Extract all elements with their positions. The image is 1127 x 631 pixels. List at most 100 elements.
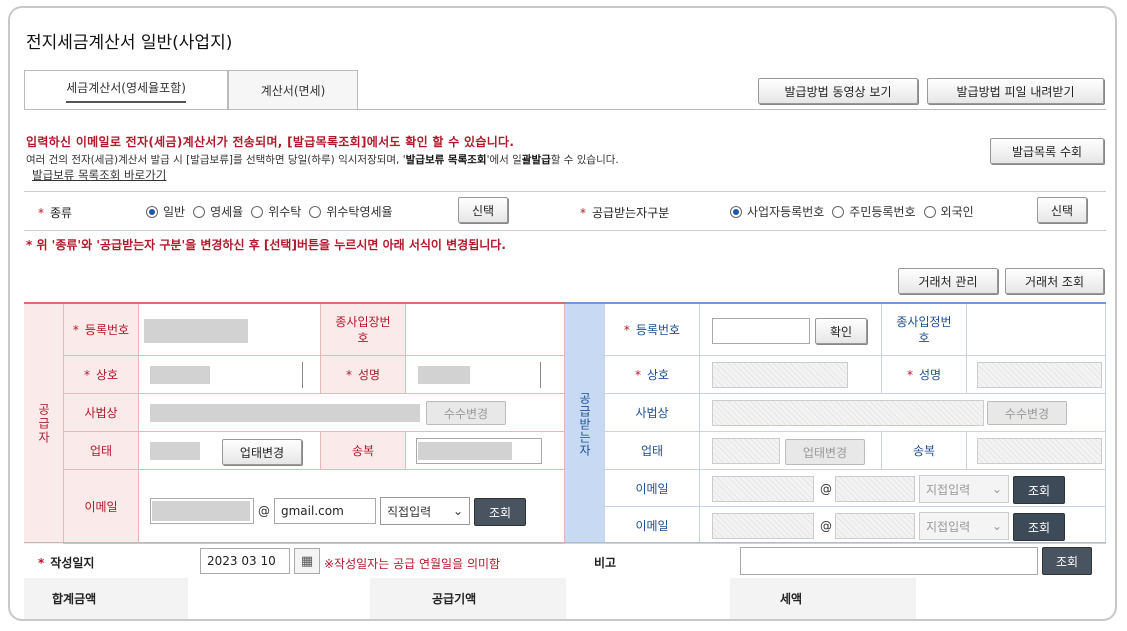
supplier-branch-no-label: 종사입장번호 [321,304,406,356]
partner-search-button[interactable]: 거래처 조회 [1005,268,1104,294]
supplier-email-search-button[interactable]: 조회 [474,498,526,526]
receiver-biz-type-label: 업태 [605,432,700,470]
tab-tax-invoice[interactable]: 세금계산서(영세율포함) [24,70,228,110]
receiver-reg-no-text: 등록번호 [635,322,681,337]
memo-search-button[interactable]: 조회 [1042,547,1092,575]
receiver-address-label: 사법상 [605,394,700,432]
supplier-email-at: @ [258,504,270,518]
receiver-email1-domain-select[interactable]: 지접입력 ⌄ [919,475,1009,503]
tab-divider [24,109,1106,110]
receiver-radio-biz[interactable]: 사업자등록번호 [730,203,824,220]
tab-tax-invoice-label: 세금계산서(영세율포함) [66,79,186,103]
receiver-email1-at: @ [820,482,832,496]
tab-invoice-label: 계산서(면세) [260,84,326,98]
kind-radio-consign-zero[interactable]: 위수탁영세율 [309,203,393,220]
calendar-icon[interactable]: ▦ [294,548,320,574]
receiver-biz-type-change-button[interactable]: 업태변경 [785,439,865,465]
kind-radio-zero-rate-label: 영세율 [210,205,244,219]
receiver-address-input[interactable] [712,400,984,426]
notice-hold-a: 여러 건의 전자(세금)계산서 발급 시 [발급보류]를 선택하면 당일(하루)… [26,154,406,166]
receiver-radio-resident[interactable]: 주민등록번호 [832,203,916,220]
write-date-input[interactable]: 2023 03 10 [200,548,290,574]
receiver-address-change-button[interactable]: 수수변경 [987,401,1067,425]
supplier-address-label: 사법상 [64,394,139,432]
receiver-ceo-label: * 성명 [882,356,967,394]
supplier-biz-type-change-button[interactable]: 업태변경 [222,439,302,465]
write-date-label-text: 작성일지 [50,556,95,570]
receiver-type-radio-group: 사업자등록번호 주민등록번호 외국인 [730,203,982,220]
supplier-biz-item-label: 송복 [321,432,406,470]
receiver-biz-item-input[interactable] [977,438,1102,464]
kind-radio-zero-rate[interactable]: 영세율 [193,203,243,220]
divider [24,230,1106,231]
supplier-email-domain-select[interactable]: 직접입력 ⌄ [380,497,470,525]
receiver-email2-domain-select[interactable]: 지접입력 ⌄ [919,512,1009,540]
receiver-ceo-text: 성명 [918,368,942,382]
file-download-button[interactable]: 발급방법 피일 내려받기 [927,78,1104,104]
kind-radio-general[interactable]: 일반 [146,203,185,220]
chevron-down-icon: ⌄ [991,519,1002,533]
chevron-down-icon: ⌄ [991,482,1002,496]
supply-amount-label: 공급기액 [432,592,477,606]
receiver-email2-domain-select-value: 지접입력 [926,519,971,534]
supplier-biz-type-masked [150,442,200,460]
receiver-branch-no-cell [967,304,1106,356]
video-guide-button[interactable]: 발급방법 동영상 보기 [758,78,918,104]
supplier-reg-no-label: * 등록번호 [64,304,139,356]
supplier-ceo-masked [418,366,470,384]
notice-hold-b: 발급보류 목록조회 [405,154,487,166]
supplier-address-change-button[interactable]: 수수변경 [426,401,506,425]
receiver-radio-foreigner[interactable]: 외국인 [923,203,974,220]
receiver-email2-id-input[interactable] [712,513,814,539]
supplier-side-label-text: 공급자 [36,403,51,445]
partner-manage-button[interactable]: 거래처 관리 [898,268,998,294]
kind-radio-consign-zero-label: 위수탁영세율 [326,205,393,219]
receiver-type-select-button[interactable]: 신택 [1037,197,1087,223]
receiver-radio-biz-label: 사업자등록번호 [747,205,825,219]
notice-change-form: * 위 '종류'와 '공급받는자 구분'을 변경하신 후 [선택]버튼을 누르시… [26,238,506,252]
receiver-email2-domain-input[interactable] [835,513,915,539]
receiver-email1-search-button[interactable]: 조회 [1013,476,1065,504]
receiver-email2-label: 이메일 [605,507,700,544]
receiver-biz-type-input[interactable] [712,438,780,464]
receiver-email1-domain-select-value: 지접입력 [926,482,971,497]
kind-radio-group: 일반 영세율 위수탁 위수탁영세율 [146,203,401,220]
kind-select-button[interactable]: 신택 [458,197,508,223]
issue-list-button[interactable]: 발급목록 수회 [990,138,1104,164]
kind-radio-general-label: 일반 [163,205,186,219]
receiver-name-text: 상호 [646,368,670,382]
hold-list-link[interactable]: 발급보류 목록조회 바로가기 [32,167,166,183]
receiver-side-label: 공급받는자 [565,304,605,544]
chevron-down-icon: ⌄ [452,504,463,518]
supplier-email-domain-select-value: 직접입력 [387,504,432,519]
supplier-email-label: 이메일 [64,470,139,544]
receiver-name-input[interactable] [712,362,848,388]
receiver-email2-search-button[interactable]: 조회 [1013,513,1065,541]
main-frame: 전지세금계산서 일반(사업지) 세금계산서(영세율포함) 계산서(면세) 발급방… [8,6,1117,621]
receiver-confirm-button[interactable]: 확인 [815,318,867,344]
supplier-reg-no-text: 등록번호 [84,322,130,337]
tab-invoice[interactable]: 계산서(면세) [228,70,358,110]
receiver-type-label-text: 공급받는자구분 [592,206,670,220]
write-date-label: * 작성일지 [38,556,95,570]
supplier-branch-no-cell [406,304,565,356]
receiver-ceo-input[interactable] [977,362,1102,388]
supplier-email-domain-input[interactable]: gmail.com [274,498,376,524]
receiver-reg-no-input[interactable] [712,318,810,344]
memo-input[interactable] [740,547,1038,575]
kind-radio-consign-label: 위수탁 [268,205,302,219]
supplier-side-label: 공급자 [24,304,64,544]
kind-label: * 종류 [38,206,73,220]
receiver-branch-no-label: 종사입정번호 [882,304,967,356]
notice-hold-c: '에서 일 [486,154,522,166]
receiver-side-label-text: 공급받는자 [577,391,592,457]
supplier-name-label: * 상호 [64,356,139,394]
receiver-reg-no-label: * 등록번호 [605,304,700,356]
receiver-section: 공급받는자 * 등록번호 확인 종사입정번호 * 상호 * 성명 사법상 수수변경 업… [565,302,1106,544]
write-date-note: ※작성일자는 공급 연월일을 의미함 [324,557,501,571]
supplier-ceo-text: 성명 [357,368,381,382]
receiver-email2-at: @ [820,519,832,533]
receiver-email1-domain-input[interactable] [835,476,915,502]
receiver-email1-id-input[interactable] [712,476,814,502]
kind-radio-consign[interactable]: 위수탁 [251,203,301,220]
